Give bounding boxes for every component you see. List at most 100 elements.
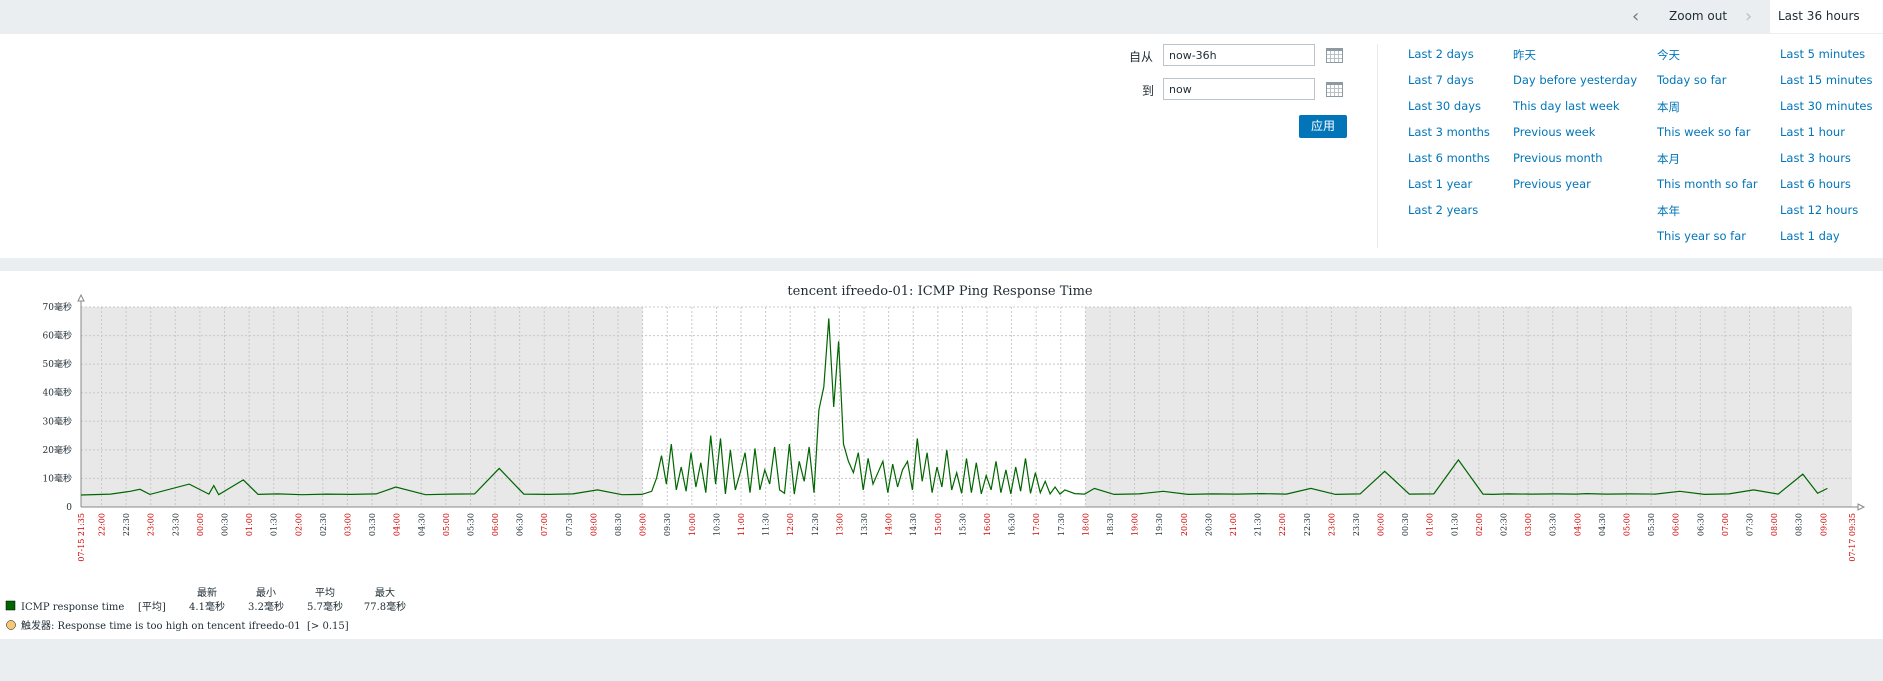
quick-range-link[interactable]: 昨天: [1513, 47, 1536, 63]
x-tick-label: 17:00: [1032, 513, 1041, 536]
legend-value: 77.8毫秒: [364, 600, 406, 613]
legend-swatch: [5, 600, 16, 611]
timeline-bar: ‹ Zoom out › Last 36 hours: [0, 0, 1883, 56]
x-tick-label: 03:00: [343, 513, 352, 536]
x-tick-label: 00:00: [1377, 513, 1386, 536]
x-tick-label: 03:30: [1549, 513, 1558, 536]
x-tick-label: 15:00: [934, 513, 943, 536]
x-tick-label: 09:00: [1819, 513, 1828, 536]
calendar-icon[interactable]: [1326, 48, 1343, 63]
quick-range-link[interactable]: This day last week: [1513, 99, 1620, 113]
quick-range-link[interactable]: This week so far: [1657, 125, 1751, 139]
from-input[interactable]: now-36h: [1163, 44, 1315, 66]
x-tick-label: 07:30: [1746, 513, 1755, 536]
quick-range-link[interactable]: 本年: [1657, 203, 1680, 219]
x-tick-label: 20:30: [1204, 513, 1213, 536]
apply-button[interactable]: 应用: [1299, 115, 1347, 138]
x-tick-label: 07:30: [565, 513, 574, 536]
x-tick-label: 21:00: [1229, 513, 1238, 536]
legend-series-name: ICMP response time: [21, 602, 124, 613]
quick-range-link[interactable]: Previous year: [1513, 177, 1591, 191]
x-tick-label: 05:30: [1647, 513, 1656, 536]
legend-header: 最新: [197, 586, 217, 599]
quick-range-link[interactable]: This month so far: [1657, 177, 1758, 191]
x-tick-label: 22:00: [1278, 513, 1287, 536]
trigger-icon: [6, 620, 16, 630]
x-tick-label: 19:00: [1131, 513, 1140, 536]
x-tick-label: 01:00: [245, 513, 254, 536]
quick-range-link[interactable]: Last 12 hours: [1780, 203, 1858, 217]
x-tick-label: 01:30: [270, 513, 279, 536]
x-tick-label: 18:00: [1081, 513, 1090, 536]
x-tick-label: 05:00: [442, 513, 451, 536]
x-tick-label: 22:30: [122, 513, 131, 536]
x-tick-label: 08:00: [1770, 513, 1779, 536]
x-tick-label: 01:00: [1426, 513, 1435, 536]
quick-range-link[interactable]: Last 30 minutes: [1780, 99, 1872, 113]
legend-trigger-cond: [> 0.15]: [307, 621, 349, 632]
quick-range-link[interactable]: Last 1 year: [1408, 177, 1472, 191]
quick-range-link[interactable]: Last 1 day: [1780, 229, 1840, 243]
x-tick-label: 08:30: [614, 513, 623, 536]
y-tick-label: 10毫秒: [43, 472, 72, 484]
quick-range-link[interactable]: Today so far: [1657, 73, 1726, 87]
quick-range-link[interactable]: 本周: [1657, 99, 1680, 115]
quick-range-link[interactable]: Last 2 years: [1408, 203, 1478, 217]
x-tick-label: 06:00: [1672, 513, 1681, 536]
quick-range-link[interactable]: Last 3 months: [1408, 125, 1490, 139]
from-label: 自从: [1129, 50, 1154, 64]
quick-range-link[interactable]: 本月: [1657, 151, 1680, 167]
x-tick-label: 06:00: [491, 513, 500, 536]
tab-time-period[interactable]: Last 36 hours: [1770, 0, 1883, 56]
x-tick-label: 16:00: [983, 513, 992, 536]
x-tick-label: 14:00: [885, 513, 894, 536]
quick-range-link[interactable]: Last 3 hours: [1780, 151, 1851, 165]
x-tick-label: 13:00: [835, 513, 844, 536]
x-tick-label: 00:00: [196, 513, 205, 536]
divider: [1377, 44, 1378, 248]
x-axis-arrow: [1857, 503, 1866, 511]
x-tick-label: 04:30: [1598, 513, 1607, 536]
chevron-right-icon[interactable]: ›: [1745, 0, 1752, 33]
x-tick-label: 09:30: [663, 513, 672, 536]
page-footer: [0, 639, 1883, 681]
legend-series-func: [平均]: [138, 601, 166, 613]
x-tick-label: 08:30: [1795, 513, 1804, 536]
x-tick-label: 19:30: [1155, 513, 1164, 536]
quick-range-link[interactable]: Last 5 minutes: [1780, 47, 1865, 61]
tab-time-period-label: Last 36 hours: [1778, 9, 1860, 23]
x-end-label: 07-17 09:35: [1848, 513, 1857, 562]
quick-range-link[interactable]: Previous week: [1513, 125, 1595, 139]
quick-range-link[interactable]: Last 30 days: [1408, 99, 1481, 113]
quick-range-link[interactable]: 今天: [1657, 47, 1680, 63]
y-tick-label: 30毫秒: [43, 415, 72, 427]
x-tick-label: 11:00: [737, 513, 746, 536]
quick-range-link[interactable]: Previous month: [1513, 151, 1603, 165]
quick-range-link[interactable]: Last 6 hours: [1780, 177, 1851, 191]
x-tick-label: 15:30: [958, 513, 967, 536]
quick-range-link[interactable]: Day before yesterday: [1513, 73, 1637, 87]
y-tick-label: 40毫秒: [43, 387, 72, 399]
x-tick-label: 13:30: [860, 513, 869, 536]
quick-range-link[interactable]: Last 6 months: [1408, 151, 1490, 165]
x-tick-label: 05:30: [466, 513, 475, 536]
x-tick-label: 21:30: [1254, 513, 1263, 536]
quick-range-link[interactable]: Last 15 minutes: [1780, 73, 1872, 87]
x-tick-label: 00:30: [1401, 513, 1410, 536]
x-tick-label: 23:30: [1352, 513, 1361, 536]
quick-range-link[interactable]: Last 2 days: [1408, 47, 1474, 61]
response-time-chart: tencent ifreedo-01: ICMP Ping Response T…: [5, 284, 1866, 632]
x-tick-label: 04:30: [417, 513, 426, 536]
legend-value: 3.2毫秒: [248, 600, 284, 613]
zoom-out-button[interactable]: Zoom out: [1669, 0, 1727, 33]
chevron-left-icon[interactable]: ‹: [1632, 0, 1639, 33]
quick-range-link[interactable]: Last 1 hour: [1780, 125, 1845, 139]
quick-range-link[interactable]: This year so far: [1657, 229, 1746, 243]
quick-range-link[interactable]: Last 7 days: [1408, 73, 1474, 87]
calendar-icon[interactable]: [1326, 82, 1343, 97]
x-tick-label: 02:00: [1475, 513, 1484, 536]
to-label: 到: [1142, 84, 1155, 98]
to-input[interactable]: now: [1163, 78, 1315, 100]
y-tick-label: 70毫秒: [43, 301, 72, 313]
x-tick-label: 14:30: [909, 513, 918, 536]
